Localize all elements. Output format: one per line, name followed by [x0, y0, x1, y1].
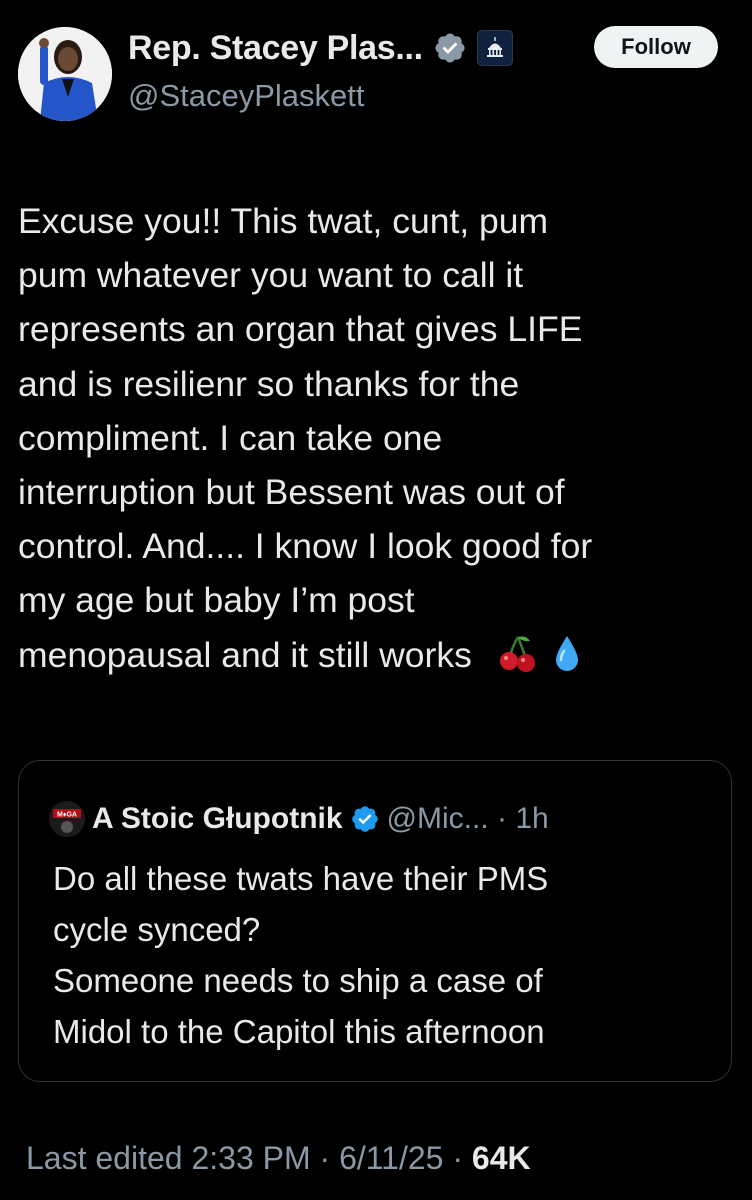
capitol-dome-icon[interactable] [476, 30, 513, 66]
author-avatar-image [18, 27, 112, 121]
quoted-tweet-header: M♦GA A Stoic Głupotnik @Mic... · 1h [49, 799, 549, 839]
author-display-name[interactable]: Rep. Stacey Plas... [128, 29, 423, 68]
verified-badge-icon[interactable] [350, 804, 380, 834]
quoted-author-avatar[interactable]: M♦GA [49, 801, 85, 837]
quoted-tweet-line: Do all these twats have their PMS [53, 860, 549, 897]
follow-button[interactable]: Follow [594, 26, 718, 68]
author-name-row: Rep. Stacey Plas... [128, 26, 513, 70]
droplet-icon [552, 633, 582, 688]
verified-badge-icon[interactable] [433, 31, 467, 65]
tweet-line: menopausal and it still works [18, 634, 472, 675]
quoted-tweet-text: Do all these twats have their PMS cycle … [53, 853, 713, 1057]
view-count[interactable]: 64K [472, 1140, 531, 1176]
edited-timestamp[interactable]: Last edited 2:33 PM · 6/11/25 · [26, 1140, 463, 1176]
tweet-line: compliment. I can take one [18, 417, 443, 458]
quoted-author-name[interactable]: A Stoic Głupotnik [92, 802, 343, 836]
tweet-line: interruption but Bessent was out of [18, 472, 565, 513]
tweet-line-last: menopausal and it still works [18, 628, 734, 688]
quoted-tweet-card[interactable]: M♦GA A Stoic Głupotnik @Mic... · 1h Do a… [18, 760, 732, 1082]
tweet-line: my age but baby I’m post [18, 580, 415, 621]
svg-text:M♦GA: M♦GA [57, 812, 77, 819]
tweet-line: represents an organ that gives LIFE [18, 309, 583, 350]
tweet-meta: Last edited 2:33 PM · 6/11/25 · 64K [26, 1140, 531, 1177]
tweet-line: pum whatever you want to call it [18, 255, 524, 296]
tweet-line: Excuse you!! This twat, cunt, pum [18, 201, 549, 241]
author-handle[interactable]: @StaceyPlaskett [128, 78, 365, 114]
cherries-icon [498, 633, 538, 688]
tweet-text: Excuse you!! This twat, cunt, pum pum wh… [18, 194, 734, 688]
tweet-line: control. And.... I know I look good for [18, 526, 593, 567]
tweet-line: and is resilienr so thanks for the [18, 363, 520, 404]
quoted-author-handle-time[interactable]: @Mic... · 1h [387, 802, 549, 836]
quoted-tweet-line: Midol to the Capitol this afternoon [53, 1013, 545, 1050]
quoted-tweet-line: Someone needs to ship a case of [53, 962, 543, 999]
quoted-tweet-line: cycle synced? [53, 911, 261, 948]
author-avatar[interactable] [18, 27, 112, 121]
